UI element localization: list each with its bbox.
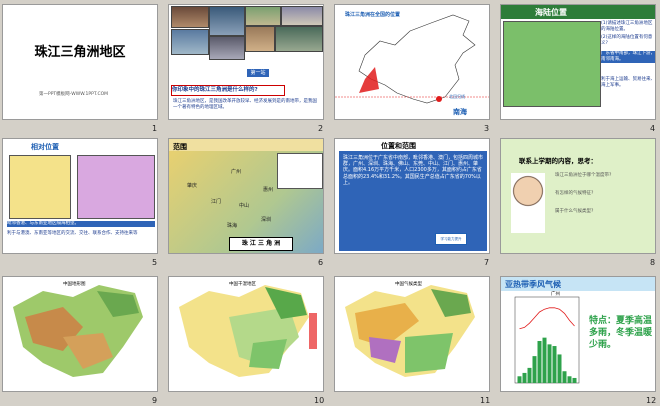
photo-skyline [171, 29, 209, 55]
place-label: 广州 [231, 169, 242, 175]
photo-street [209, 36, 245, 60]
banner-text: 亚热带季风气候 [505, 280, 561, 289]
question-3: 属于什么气候类型? [555, 209, 594, 214]
chart-frame [514, 296, 580, 384]
meaning-text: 利于海上运输、贸易往来、海上军事。 [601, 77, 655, 88]
title-text: 海陆位置 [535, 8, 567, 17]
title-text: 珠江三角洲地区 [34, 45, 126, 60]
slide-number-7: 7 [484, 258, 490, 267]
slide-thumbnail-6[interactable]: 范围 肇庆 广州 惠州 江门 中山 珠海 深圳 珠 江 三 角 洲 [168, 138, 324, 254]
slide-number-9: 9 [152, 396, 158, 405]
photo-town [245, 26, 275, 52]
legend-strip [309, 313, 317, 349]
precip-bar [557, 354, 562, 383]
question-box: 你印象中的珠江三角洲是什么样的? [171, 85, 285, 96]
photo-building [281, 6, 323, 26]
answer-box: 广东省中南部，珠江下游，南邻南海。 [601, 51, 655, 63]
slide-thumbnail-8[interactable]: 联系上学期的内容，思考： 珠江三角洲位于哪个温度带? 有怎样的气候特征? 属于什… [500, 138, 656, 254]
sea-label: 南海 [453, 108, 467, 116]
precip-bar [537, 341, 542, 383]
inset-map [277, 153, 323, 189]
body-text: 珠江三角洲位于广东省中南部，毗邻香港、澳门，包括四周城市群，广州、深圳、珠海、佛… [343, 155, 484, 186]
southeast-asia-map [77, 155, 155, 219]
place-label: 惠州 [263, 187, 274, 193]
photo-garden [245, 6, 281, 26]
slide-number-6: 6 [318, 258, 324, 267]
title-text: 相对位置 [31, 143, 59, 151]
photo-night-city [171, 6, 209, 28]
china-outline-map [335, 14, 489, 104]
slide-number-11: 11 [480, 396, 491, 405]
slide-thumbnail-10[interactable]: 中国干湿地区 [168, 276, 324, 392]
slide-thumbnail-1[interactable]: 珠江三角洲地区 第一PPT模板网-WWW.1PPT.COM [2, 4, 158, 120]
precip-bar [572, 377, 577, 383]
precip-bar [542, 337, 547, 383]
title-text: 联系上学期的内容，思考： [519, 157, 597, 165]
slide-number-5: 5 [152, 258, 158, 267]
photo-factory [275, 26, 323, 52]
question-1: 珠江三角洲位于哪个温度带? [555, 173, 612, 178]
slide-thumbnail-12[interactable]: 亚热带季风气候 广州 特点：夏季高温多雨，冬季温暖少雨。 [500, 276, 656, 392]
caption-box: 珠 江 三 角 洲 [229, 237, 293, 251]
precip-bar [532, 356, 537, 383]
precip-bar [517, 376, 522, 383]
slide-thumbnail-7[interactable]: 位置和范围 珠江三角洲位于广东省中南部，毗邻香港、澳门，包括四周城市群，广州、深… [334, 138, 490, 254]
temperature-line [519, 307, 575, 330]
slide-thumbnail-11[interactable]: 中国气候类型 [334, 276, 490, 392]
precip-bar [522, 372, 527, 383]
slide-number-3: 3 [484, 124, 490, 133]
place-label: 珠海 [227, 223, 238, 229]
dry-wet-map [179, 285, 309, 377]
place-label: 深圳 [261, 217, 272, 223]
place-label: 江门 [211, 199, 222, 205]
regional-map [503, 21, 601, 107]
question-1: (1)请描述珠江三角洲地区的海陆位置。 [601, 21, 653, 32]
question-2: 有怎样的气候特征? [555, 191, 594, 196]
place-label: 中山 [239, 203, 250, 209]
climate-map [345, 285, 475, 377]
body-text: 珠江三角洲地区，是我国改革开放较早、经济发展到是的南地带，是我国一个著有特色的地… [173, 99, 317, 110]
tropic-label: 北回归线 [449, 94, 465, 99]
slide-number-8: 8 [650, 258, 656, 267]
slide-thumbnail-2[interactable]: 第一站 你印象中的珠江三角洲是什么样的? 珠江三角洲地区，是我国改革开放较早、经… [168, 4, 324, 120]
body-text: 利于与港澳、东南亚等地区的交流、交往、联系合作、支持往来等 [7, 231, 138, 236]
title-text: 位置和范围 [381, 142, 416, 150]
answer-box: 毗邻香港、与东南亚地区隔海相望。 [7, 221, 155, 227]
photo-stadium [209, 6, 245, 36]
precip-bar [552, 346, 557, 383]
precip-bar [547, 344, 552, 383]
skill-button: 学习能力提升 [435, 233, 467, 245]
feature-text: 特点：夏季高温多雨，冬季温暖少雨。 [589, 316, 653, 350]
slide-number-12: 12 [646, 396, 657, 405]
question-2: (2)这样的海陆位置有何意义? [601, 35, 653, 46]
slide-number-1: 1 [152, 124, 158, 133]
climate-chart [514, 296, 580, 384]
slide-number-2: 2 [318, 124, 324, 133]
slide-thumbnail-9[interactable]: 中国地形图 [2, 276, 158, 392]
terrain-map [13, 285, 143, 377]
slide-number-10: 10 [314, 396, 325, 405]
precip-bar [567, 376, 572, 383]
subtitle-text: 第一PPT模板网-WWW.1PPT.COM [39, 92, 109, 97]
slide-thumbnail-5[interactable]: 相对位置 毗邻香港、与东南亚地区隔海相望。 利于与港澳、东南亚等地区的交流、交往… [2, 138, 158, 254]
slide-sorter-view: { "slides": [ {"number":"1","title":"珠江三… [0, 0, 660, 406]
precip-bar [527, 367, 532, 383]
station-badge: 第一站 [247, 69, 269, 77]
guangdong-map [9, 155, 71, 219]
cartoon-student [511, 173, 545, 233]
slide-number-4: 4 [650, 124, 656, 133]
slide-thumbnail-4[interactable]: 海陆位置 (1)请描述珠江三角洲地区的海陆位置。 (2)这样的海陆位置有何意义?… [500, 4, 656, 120]
precip-bar [562, 371, 567, 383]
slide-thumbnail-3[interactable]: 珠江三角洲在全国的位置 北回归线 南海 [334, 4, 490, 120]
place-label: 肇庆 [187, 183, 198, 189]
title-bar [501, 5, 655, 19]
